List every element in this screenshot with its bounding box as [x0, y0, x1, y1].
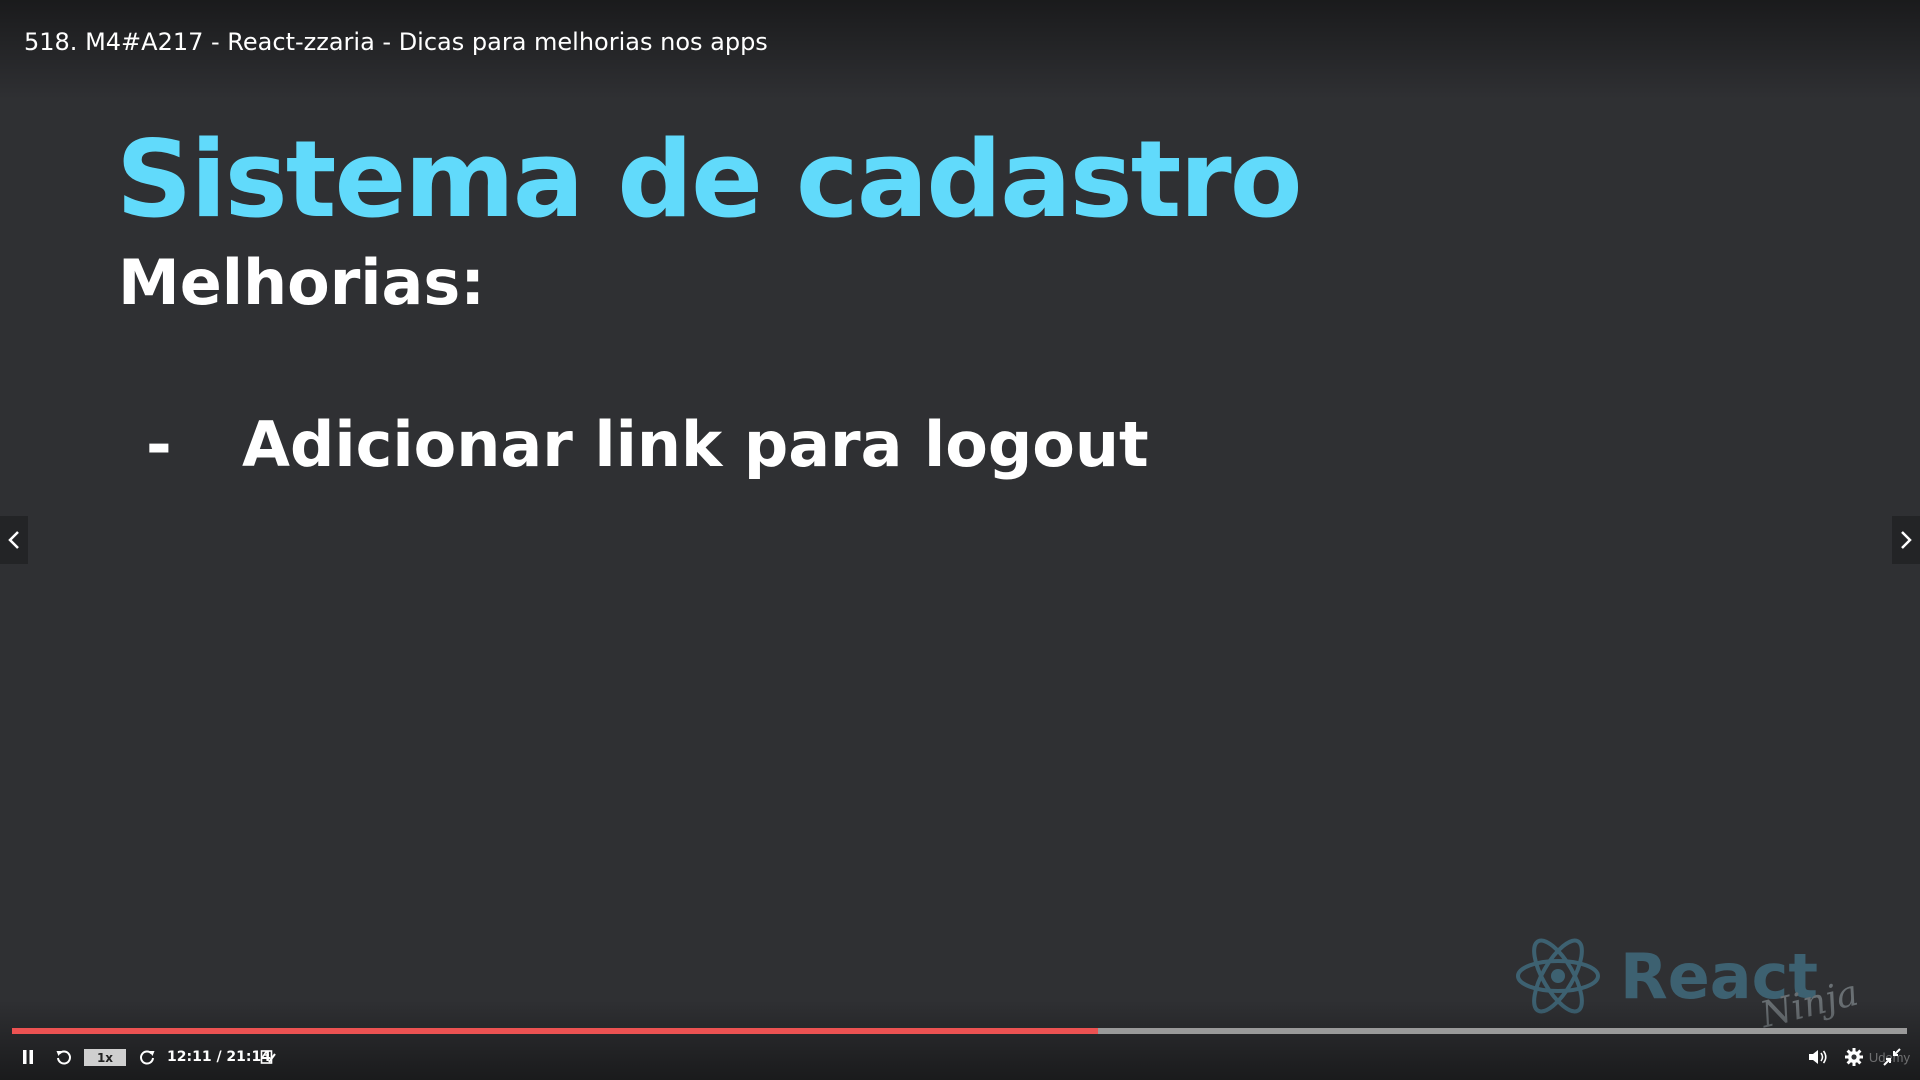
chevron-left-icon: [8, 531, 19, 549]
progress-played: [12, 1028, 1098, 1034]
volume-icon: [1809, 1050, 1827, 1064]
settings-button[interactable]: [1842, 1042, 1866, 1072]
next-lecture-button[interactable]: [1892, 516, 1920, 564]
pause-icon: [23, 1050, 33, 1064]
notes-button[interactable]: [258, 1042, 278, 1072]
udemy-brand-mark: Udemy: [1868, 1049, 1910, 1065]
previous-lecture-button[interactable]: [0, 516, 28, 564]
playback-speed-button[interactable]: 1x: [84, 1049, 126, 1066]
pause-button[interactable]: [16, 1042, 40, 1072]
forward-button[interactable]: [135, 1042, 159, 1072]
rewind-button[interactable]: [52, 1042, 76, 1072]
bullet-item: - Adicionar link para logout: [146, 408, 1149, 481]
chevron-right-icon: [1901, 531, 1912, 549]
slide-subtitle: Melhorias:: [118, 246, 486, 319]
bullet-text: Adicionar link para logout: [242, 408, 1149, 481]
video-title: 518. M4#A217 - React-zzaria - Dicas para…: [24, 28, 768, 56]
forward-icon: [140, 1050, 155, 1065]
volume-button[interactable]: [1806, 1042, 1830, 1072]
time-display: 12:11 / 21:14: [167, 1049, 271, 1065]
bullet-marker: -: [146, 408, 172, 481]
player-controls: 1x 12:11 / 21:14 Udemy: [0, 1042, 1920, 1072]
notes-icon: [260, 1050, 276, 1064]
slide-title: Sistema de cadastro: [116, 118, 1303, 241]
gear-icon: [1845, 1048, 1863, 1066]
rewind-icon: [56, 1050, 71, 1065]
progress-bar[interactable]: [12, 1028, 1907, 1034]
